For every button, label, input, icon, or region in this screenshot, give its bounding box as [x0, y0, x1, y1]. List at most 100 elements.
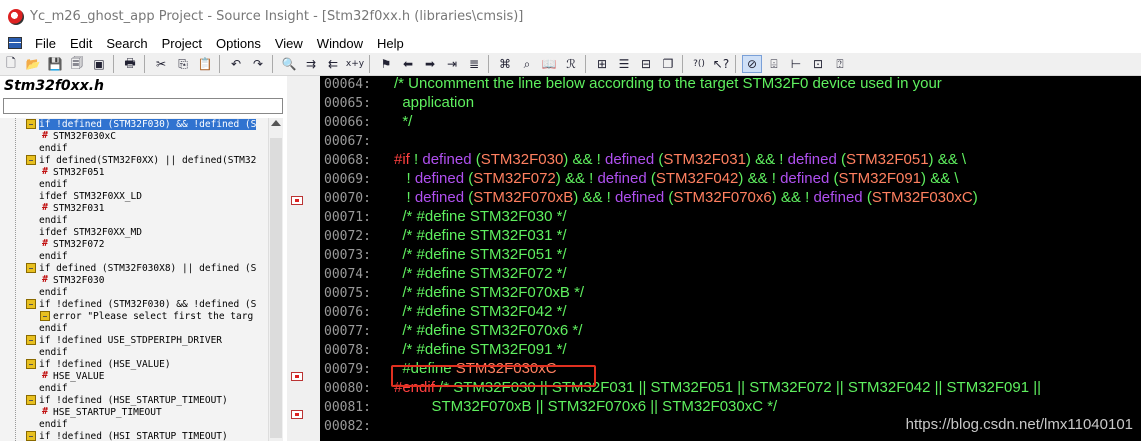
symbol-item[interactable]: if !defined (STM32F030) && !defined (S: [0, 299, 268, 311]
jump-def-icon[interactable]: ≣: [464, 55, 484, 73]
browse-icon[interactable]: ⌘: [495, 55, 515, 73]
menu-project[interactable]: Project: [155, 36, 209, 51]
relation-icon[interactable]: ℛ: [561, 55, 581, 73]
undo-icon[interactable]: ↶: [226, 55, 246, 73]
code-line[interactable]: 00065: application: [320, 93, 474, 112]
window-cascade-icon[interactable]: ❐: [658, 55, 678, 73]
link-icon[interactable]: ⊘: [742, 55, 762, 73]
new-file-icon[interactable]: 🗋: [1, 55, 21, 73]
save-all-icon[interactable]: 🗐: [67, 55, 87, 73]
symbol-item[interactable]: STM32F030xC: [0, 131, 268, 143]
tree-icon[interactable]: ⊢: [786, 55, 806, 73]
menu-file[interactable]: File: [28, 36, 63, 51]
symbol-item[interactable]: STM32F051: [0, 167, 268, 179]
code-line[interactable]: 00082:: [320, 416, 394, 435]
bookmark-marker-icon[interactable]: [291, 372, 303, 381]
symbol-list-scrollbar[interactable]: [268, 118, 283, 441]
symbol-item[interactable]: endif: [0, 287, 268, 299]
window-tile-icon[interactable]: ⊞: [592, 55, 612, 73]
print-icon[interactable]: 🖶: [120, 55, 140, 73]
open-file-icon[interactable]: 📂: [23, 55, 43, 73]
menu-help[interactable]: Help: [370, 36, 411, 51]
symbol-item[interactable]: endif: [0, 143, 268, 155]
code-line[interactable]: 00066: */: [320, 112, 412, 131]
menu-window[interactable]: Window: [310, 36, 370, 51]
code-line[interactable]: 00070: ! defined (STM32F070xB) && ! defi…: [320, 188, 978, 207]
close-icon[interactable]: ▣: [89, 55, 109, 73]
find-icon[interactable]: 🔍: [279, 55, 299, 73]
symbol-item[interactable]: STM32F031: [0, 203, 268, 215]
find-prev-icon[interactable]: ⇇: [323, 55, 343, 73]
scroll-up-arrow-icon[interactable]: [271, 120, 281, 126]
bookmark-icon[interactable]: ⚑: [376, 55, 396, 73]
symbol-filter-input[interactable]: [3, 98, 283, 114]
copy-icon[interactable]: ⎘: [173, 55, 193, 73]
symbol-item[interactable]: HSE_STARTUP_TIMEOUT: [0, 407, 268, 419]
symbol-item[interactable]: endif: [0, 179, 268, 191]
save-icon[interactable]: 💾: [45, 55, 65, 73]
jump-icon[interactable]: ⇥: [442, 55, 462, 73]
window-split-icon[interactable]: ⊟: [636, 55, 656, 73]
back-icon[interactable]: ⬅: [398, 55, 418, 73]
symbol-list[interactable]: if !defined (STM32F030) && !defined (SST…: [0, 118, 268, 441]
document-menu-icon[interactable]: [8, 37, 22, 49]
menu-edit[interactable]: Edit: [63, 36, 99, 51]
book-icon[interactable]: 📖: [539, 55, 559, 73]
symbol-item[interactable]: endif: [0, 383, 268, 395]
code-line[interactable]: 00074: /* #define STM32F072 */: [320, 264, 567, 283]
symbol-item[interactable]: if defined(STM32F0XX) || defined(STM32: [0, 155, 268, 167]
code-line[interactable]: 00064: /* Uncomment the line below accord…: [320, 76, 942, 93]
symbol-item-label: STM32F030: [53, 275, 105, 286]
code-line[interactable]: 00081: STM32F070xB || STM32F070x6 || STM…: [320, 397, 777, 416]
redo-icon[interactable]: ↷: [248, 55, 268, 73]
symbol-item[interactable]: endif: [0, 323, 268, 335]
help-context-icon[interactable]: ?(): [689, 55, 709, 73]
paste-icon[interactable]: 📋: [195, 55, 215, 73]
symbol-item[interactable]: if !defined (HSE_STARTUP_TIMEOUT): [0, 395, 268, 407]
pointer-help-icon[interactable]: ↖?: [711, 55, 731, 73]
symbol-item[interactable]: STM32F030: [0, 275, 268, 287]
lookup-icon[interactable]: ⌕: [517, 55, 537, 73]
code-line[interactable]: 00072: /* #define STM32F031 */: [320, 226, 567, 245]
code-editor[interactable]: 00064: /* Uncomment the line below accord…: [320, 76, 1141, 441]
symbol-item[interactable]: error "Please select first the targ: [0, 311, 268, 323]
code-line[interactable]: 00069: ! defined (STM32F072) && ! define…: [320, 169, 959, 188]
define-symbol-icon: [40, 203, 50, 213]
find-next-icon[interactable]: ⇉: [301, 55, 321, 73]
code-line[interactable]: 00073: /* #define STM32F051 */: [320, 245, 567, 264]
code-line[interactable]: 00076: /* #define STM32F042 */: [320, 302, 567, 321]
bookmark-marker-icon[interactable]: [291, 196, 303, 205]
symbol-item[interactable]: endif: [0, 347, 268, 359]
symbol-item[interactable]: HSE_VALUE: [0, 371, 268, 383]
symbol-item[interactable]: ifdef STM32F0XX_MD: [0, 227, 268, 239]
symbol-item[interactable]: if !defined USE_STDPERIPH_DRIVER: [0, 335, 268, 347]
code-line[interactable]: 00068: #if ! defined (STM32F030) && ! def…: [320, 150, 966, 169]
symbol-item[interactable]: endif: [0, 419, 268, 431]
symbol-item[interactable]: ifdef STM32F0XX_LD: [0, 191, 268, 203]
scroll-thumb[interactable]: [270, 138, 282, 438]
code-line[interactable]: 00078: /* #define STM32F091 */: [320, 340, 567, 359]
symbol-item[interactable]: if !defined (HSI_STARTUP_TIMEOUT): [0, 431, 268, 441]
menu-options[interactable]: Options: [209, 36, 268, 51]
forward-icon[interactable]: ➡: [420, 55, 440, 73]
split-icon[interactable]: ⊡: [808, 55, 828, 73]
view-icon[interactable]: ⌹: [764, 55, 784, 73]
replace-icon[interactable]: x+y: [345, 55, 365, 73]
code-line[interactable]: 00071: /* #define STM32F030 */: [320, 207, 567, 226]
symbol-item[interactable]: if !defined (STM32F030) && !defined (S: [0, 119, 268, 131]
symbol-item[interactable]: endif: [0, 251, 268, 263]
symbol-item[interactable]: endif: [0, 215, 268, 227]
code-line[interactable]: 00077: /* #define STM32F070x6 */: [320, 321, 582, 340]
code-token: defined: [414, 170, 465, 187]
window-list-icon[interactable]: ☰: [614, 55, 634, 73]
symbol-item[interactable]: STM32F072: [0, 239, 268, 251]
code-line[interactable]: 00075: /* #define STM32F070xB */: [320, 283, 584, 302]
bookmark-marker-icon[interactable]: [291, 410, 303, 419]
help-icon[interactable]: ⍰: [830, 55, 850, 73]
symbol-item[interactable]: if defined (STM32F030X8) || defined (S: [0, 263, 268, 275]
code-line[interactable]: 00067:: [320, 131, 394, 150]
cut-icon[interactable]: ✂: [151, 55, 171, 73]
menu-search[interactable]: Search: [99, 36, 154, 51]
menu-view[interactable]: View: [268, 36, 310, 51]
symbol-item[interactable]: if !defined (HSE_VALUE): [0, 359, 268, 371]
